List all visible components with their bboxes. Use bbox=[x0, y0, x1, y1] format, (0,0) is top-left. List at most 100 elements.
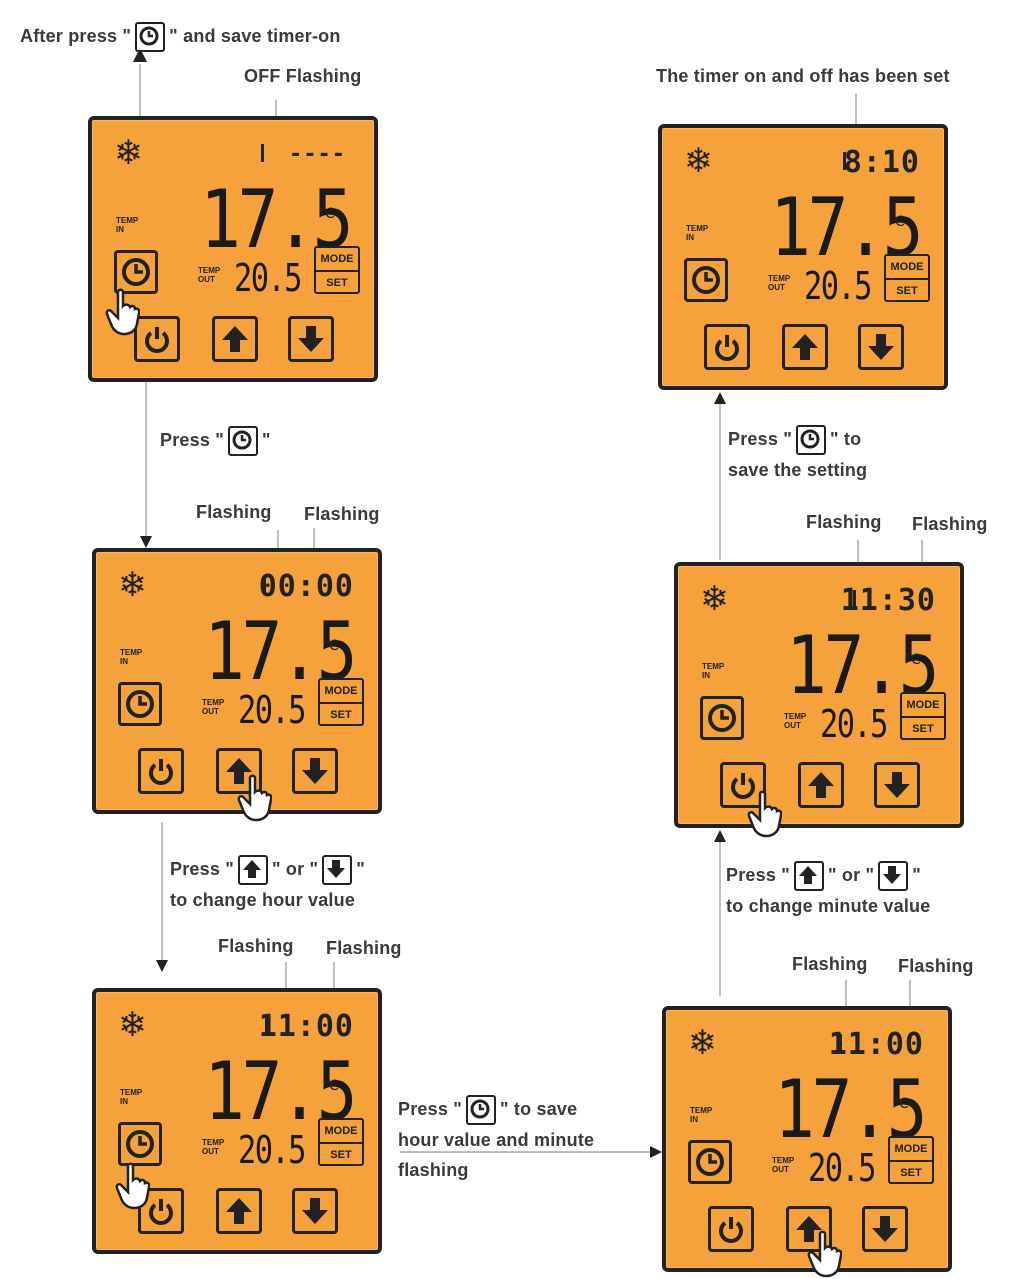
save-setting-text-c: save the setting bbox=[728, 460, 868, 481]
timer-display: 11:00 bbox=[258, 1009, 354, 1044]
mode-set-button[interactable]: MODE SET bbox=[318, 678, 364, 726]
off-flashing-label: OFF Flashing bbox=[244, 66, 362, 86]
up-button[interactable] bbox=[782, 324, 828, 370]
snowflake-icon: ❄ bbox=[684, 141, 713, 181]
mode-set-button[interactable]: MODE SET bbox=[900, 692, 946, 740]
down-arrow-icon bbox=[298, 326, 324, 352]
down-arrow-icon bbox=[872, 1216, 898, 1242]
down-button[interactable] bbox=[858, 324, 904, 370]
up-arrow-icon bbox=[808, 772, 834, 798]
timer-indicator bbox=[261, 144, 272, 162]
mode-label: MODE bbox=[320, 1120, 362, 1144]
lcd-panel-4: ❄ 11:00 TEMP IN 17.5 °C TEMP OUT 20.5 MO… bbox=[662, 1006, 952, 1278]
change-minute-text-c: " bbox=[912, 865, 921, 885]
clock-button[interactable] bbox=[700, 696, 744, 740]
snowflake-icon: ❄ bbox=[114, 133, 143, 173]
set-label: SET bbox=[326, 277, 348, 289]
mode-set-button[interactable]: MODE SET bbox=[314, 246, 360, 294]
clock-key-inline-icon bbox=[135, 22, 166, 52]
power-button[interactable] bbox=[708, 1206, 754, 1252]
power-button[interactable] bbox=[134, 316, 180, 362]
save-hour-text-c: hour value and minute bbox=[398, 1130, 595, 1151]
temp-in-label: TEMP IN bbox=[120, 1088, 143, 1106]
down-button[interactable] bbox=[862, 1206, 908, 1252]
snowflake-icon: ❄ bbox=[118, 1005, 147, 1045]
save-hour-text-d: flashing bbox=[398, 1160, 469, 1181]
degree-unit: °C bbox=[892, 1096, 909, 1112]
flashing-label: Flashing bbox=[326, 938, 402, 958]
degree-unit: °C bbox=[888, 214, 905, 230]
timer-set-label: The timer on and off has been set bbox=[656, 66, 950, 86]
change-minute-text-a: Press " bbox=[726, 865, 790, 885]
up-button[interactable] bbox=[212, 316, 258, 362]
timer-display: ---- bbox=[289, 142, 346, 167]
flashing-label: Flashing bbox=[898, 956, 974, 976]
temp-in-label: TEMP IN bbox=[120, 648, 143, 666]
mode-label: MODE bbox=[316, 248, 358, 272]
down-arrow-icon bbox=[302, 758, 328, 784]
timer-display: 11:30 bbox=[840, 583, 936, 618]
temp-out-display: 20.5 bbox=[820, 702, 888, 746]
clock-button[interactable] bbox=[684, 258, 728, 302]
clock-button[interactable] bbox=[688, 1140, 732, 1184]
mode-set-button[interactable]: MODE SET bbox=[884, 254, 930, 302]
down-button[interactable] bbox=[288, 316, 334, 362]
mode-set-button[interactable]: MODE SET bbox=[318, 1118, 364, 1166]
temp-out-label: TEMP OUT bbox=[198, 266, 221, 284]
down-button[interactable] bbox=[874, 762, 920, 808]
save-hour-text-a: Press " bbox=[398, 1099, 462, 1119]
degree-unit: °C bbox=[322, 638, 339, 654]
change-minute-label: Press " " or " " to change minute value bbox=[726, 860, 1016, 921]
power-icon bbox=[719, 1217, 743, 1243]
power-button[interactable] bbox=[704, 324, 750, 370]
down-key-inline-icon bbox=[322, 855, 353, 886]
set-label: SET bbox=[330, 709, 352, 721]
clock-icon bbox=[692, 266, 720, 294]
temp-out-display: 20.5 bbox=[238, 688, 306, 732]
pointing-hand-icon bbox=[115, 1162, 150, 1210]
mode-label: MODE bbox=[886, 256, 928, 280]
up-button[interactable] bbox=[798, 762, 844, 808]
clock-icon bbox=[122, 258, 150, 286]
button-row bbox=[704, 324, 924, 372]
snowflake-icon: ❄ bbox=[118, 565, 147, 605]
temp-out-display: 20.5 bbox=[808, 1146, 876, 1190]
temp-in-label: TEMP IN bbox=[686, 224, 709, 242]
pointing-hand-icon bbox=[237, 774, 272, 822]
mode-set-button[interactable]: MODE SET bbox=[888, 1136, 934, 1184]
change-hour-text-a: Press " bbox=[170, 859, 234, 879]
press-clock-label: Press " " bbox=[160, 426, 271, 456]
save-setting-text-b: " to bbox=[829, 429, 862, 449]
up-arrow-icon bbox=[222, 326, 248, 352]
temp-out-label: TEMP OUT bbox=[784, 712, 807, 730]
temp-out-display: 20.5 bbox=[238, 1128, 306, 1172]
change-minute-text-d: to change minute value bbox=[726, 896, 931, 917]
clock-icon bbox=[126, 1130, 154, 1158]
down-button[interactable] bbox=[292, 748, 338, 794]
clock-key-inline-icon bbox=[227, 426, 258, 456]
timer-display: 8:10 bbox=[843, 145, 920, 180]
pointing-hand-icon bbox=[105, 288, 140, 336]
clock-icon bbox=[708, 704, 736, 732]
flashing-label: Flashing bbox=[304, 504, 380, 524]
temp-in-label: TEMP IN bbox=[702, 662, 725, 680]
temp-in-label: TEMP IN bbox=[690, 1106, 713, 1124]
up-button[interactable] bbox=[216, 1188, 262, 1234]
degree-unit: °C bbox=[318, 206, 335, 222]
degree-unit: °C bbox=[322, 1078, 339, 1094]
snowflake-icon: ❄ bbox=[688, 1023, 717, 1063]
flashing-label: Flashing bbox=[792, 954, 868, 974]
clock-key-inline-icon bbox=[465, 1095, 496, 1126]
set-label: SET bbox=[896, 285, 918, 297]
clock-button[interactable] bbox=[118, 682, 162, 726]
after-press-text-b: " and save timer-on bbox=[169, 25, 341, 46]
flashing-label: Flashing bbox=[912, 514, 988, 534]
down-key-inline-icon bbox=[878, 861, 909, 892]
down-button[interactable] bbox=[292, 1188, 338, 1234]
button-row bbox=[134, 316, 354, 364]
lcd-panel-5: ❄ 11:30 TEMP IN 17.5 °C TEMP OUT 20.5 MO… bbox=[674, 562, 964, 838]
change-hour-text-b: " or " bbox=[271, 859, 319, 879]
power-button[interactable] bbox=[138, 748, 184, 794]
clock-button[interactable] bbox=[118, 1122, 162, 1166]
set-label: SET bbox=[330, 1149, 352, 1161]
